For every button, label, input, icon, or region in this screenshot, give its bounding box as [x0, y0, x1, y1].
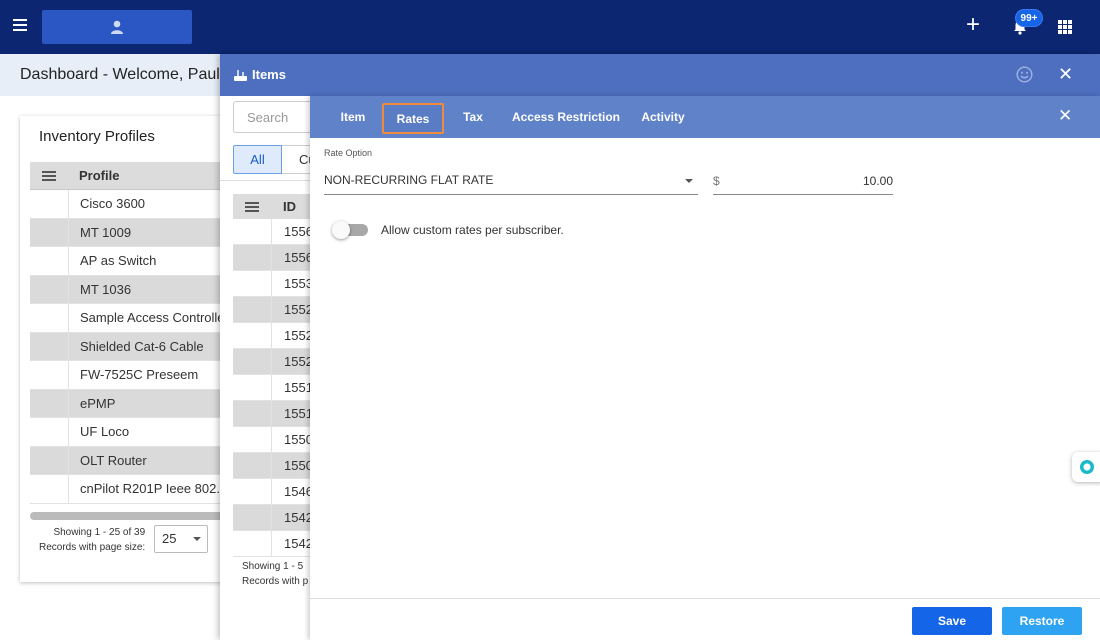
top-navbar: + 99+ — [0, 0, 1100, 54]
panel-title: Items — [252, 67, 286, 82]
assistant-button[interactable] — [1072, 452, 1100, 482]
pagination-info: Showing 1 - 25 of 39 Records with page s… — [39, 525, 145, 555]
profile-cell[interactable]: MT 1036 — [68, 275, 225, 303]
rate-amount-field[interactable]: $ 10.00 — [713, 167, 893, 195]
chevron-down-icon — [685, 179, 693, 183]
table-row[interactable]: MT 1009 — [30, 218, 225, 247]
rate-option-value: NON-RECURRING FLAT RATE — [324, 173, 494, 187]
rate-option-label: Rate Option — [324, 148, 373, 158]
horizontal-scrollbar[interactable] — [30, 512, 225, 520]
table-row[interactable]: FW-7525C Preseem — [30, 361, 225, 390]
profile-cell[interactable]: FW-7525C Preseem — [68, 361, 225, 389]
profile-cell[interactable]: Shielded Cat-6 Cable — [68, 332, 225, 360]
hamburger-menu-icon[interactable] — [13, 19, 29, 33]
column-menu-icon[interactable] — [233, 194, 271, 219]
table-row[interactable]: Shielded Cat-6 Cable — [30, 332, 225, 361]
page-title: Dashboard - Welcome, Paul — [20, 66, 220, 83]
page-size-value: 25 — [162, 531, 177, 546]
table-row[interactable]: AP as Switch — [30, 247, 225, 276]
records-label: Records with p — [242, 576, 309, 587]
inventory-profiles-card: Inventory Profiles Profile Cisco 3600 MT… — [20, 116, 225, 582]
assistant-icon — [1080, 460, 1094, 474]
profile-cell[interactable]: MT 1009 — [68, 218, 225, 246]
profile-column-header[interactable]: Profile — [68, 168, 119, 183]
rate-option-select[interactable]: NON-RECURRING FLAT RATE — [324, 167, 698, 195]
item-detail-panel: Item Rates Tax Access Restriction Activi… — [310, 96, 1100, 640]
tab-rates[interactable]: Rates — [382, 103, 444, 134]
notification-badge[interactable]: 99+ — [1015, 9, 1043, 27]
router-icon — [234, 70, 247, 81]
tab-bar: Item Rates Tax Access Restriction Activi… — [310, 96, 1100, 138]
tab-tax[interactable]: Tax — [451, 103, 495, 134]
table-row[interactable]: ePMP — [30, 389, 225, 418]
profile-cell[interactable]: Sample Access Controller — [68, 304, 225, 332]
save-button[interactable]: Save — [912, 607, 992, 635]
filter-all-button[interactable]: All — [233, 145, 282, 174]
id-column-header[interactable]: ID — [271, 199, 296, 214]
restore-button[interactable]: Restore — [1002, 607, 1082, 635]
add-icon[interactable]: + — [966, 13, 980, 37]
tab-item[interactable]: Item — [330, 103, 376, 134]
records-label: Records with page size: — [39, 542, 146, 553]
close-icon[interactable]: ✕ — [1058, 107, 1072, 125]
profiles-table: Profile Cisco 3600 MT 1009 AP as Switch … — [30, 162, 225, 504]
table-row[interactable]: OLT Router — [30, 446, 225, 475]
items-header: Items ✕ — [220, 54, 1100, 96]
user-profile-button[interactable] — [42, 10, 192, 44]
user-icon — [111, 20, 123, 34]
table-header: Profile — [30, 162, 225, 190]
tab-access-restriction[interactable]: Access Restriction — [510, 103, 622, 134]
profile-cell[interactable]: ePMP — [68, 389, 225, 417]
divider — [220, 180, 310, 181]
table-row[interactable]: MT 1036 — [30, 275, 225, 304]
close-icon[interactable]: ✕ — [1058, 65, 1073, 83]
card-title: Inventory Profiles — [39, 128, 155, 145]
profile-cell[interactable]: UF Loco — [68, 418, 225, 446]
profile-cell[interactable]: AP as Switch — [68, 247, 225, 275]
pagination-info: Showing 1 - 5 Records with p — [242, 559, 308, 589]
chevron-down-icon — [193, 537, 201, 541]
column-menu-icon[interactable] — [30, 162, 68, 189]
custom-rates-label: Allow custom rates per subscriber. — [381, 223, 564, 237]
table-row[interactable]: UF Loco — [30, 418, 225, 447]
profile-cell[interactable]: Cisco 3600 — [68, 190, 225, 218]
action-bar: Save Restore — [310, 598, 1100, 640]
rate-amount-value: 10.00 — [862, 174, 893, 188]
table-row[interactable]: Cisco 3600 — [30, 190, 225, 219]
apps-grid-icon[interactable] — [1058, 20, 1072, 34]
profile-cell[interactable]: cnPilot R201P Ieee 802.3 — [68, 475, 225, 503]
custom-rates-toggle[interactable] — [332, 221, 368, 239]
profile-cell[interactable]: OLT Router — [68, 446, 225, 474]
feedback-smile-icon[interactable] — [1016, 66, 1033, 83]
page-size-select[interactable]: 25 — [154, 525, 208, 553]
table-row[interactable]: Sample Access Controller — [30, 304, 225, 333]
tab-activity[interactable]: Activity — [636, 103, 690, 134]
showing-text: Showing 1 - 5 — [242, 561, 304, 572]
showing-text: Showing 1 - 25 of 39 — [53, 527, 146, 538]
table-row[interactable]: cnPilot R201P Ieee 802.3 — [30, 475, 225, 504]
currency-symbol: $ — [713, 174, 720, 188]
